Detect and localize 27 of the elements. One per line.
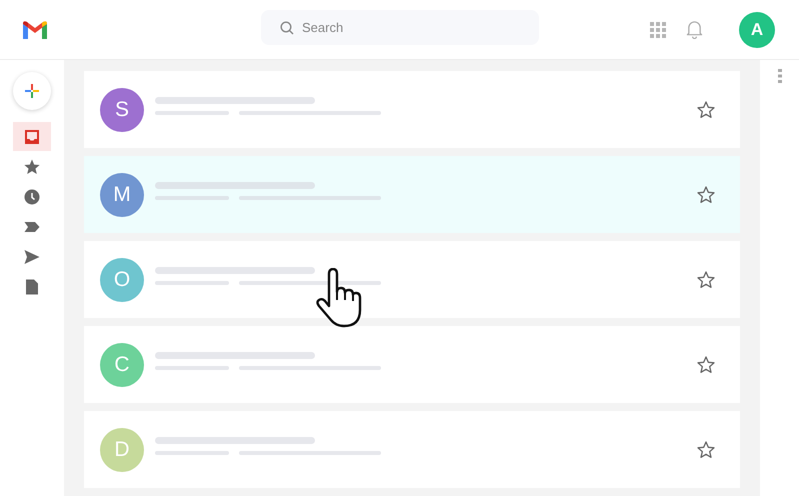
paper-plane-icon — [24, 248, 40, 264]
star-icon[interactable] — [697, 100, 715, 118]
star-icon[interactable] — [697, 356, 715, 374]
message-row[interactable]: M — [84, 156, 740, 233]
hand-cursor-icon — [316, 268, 362, 328]
inbox-tray-icon — [24, 128, 40, 144]
message-row[interactable]: O — [84, 241, 740, 318]
clock-icon — [24, 188, 40, 204]
sender-avatar: D — [100, 428, 144, 472]
sender-avatar: M — [100, 172, 144, 216]
message-row[interactable]: D — [84, 411, 740, 488]
star-icon[interactable] — [697, 186, 715, 204]
compose-button[interactable] — [13, 72, 51, 110]
sender-avatar: O — [100, 258, 144, 302]
sender-avatar: S — [100, 88, 144, 132]
star-icon[interactable] — [697, 270, 715, 288]
message-row[interactable]: S — [84, 71, 740, 148]
star-icon[interactable] — [697, 440, 715, 458]
sender-avatar: C — [100, 342, 144, 386]
account-avatar[interactable]: A — [739, 12, 775, 48]
star-icon — [24, 158, 40, 174]
inbox-nav-button[interactable] — [13, 122, 51, 151]
message-row[interactable]: C — [84, 326, 740, 403]
plus-icon — [25, 84, 39, 98]
document-icon — [24, 278, 40, 294]
logo-icon — [21, 18, 49, 40]
search-field[interactable]: Search — [261, 10, 539, 45]
